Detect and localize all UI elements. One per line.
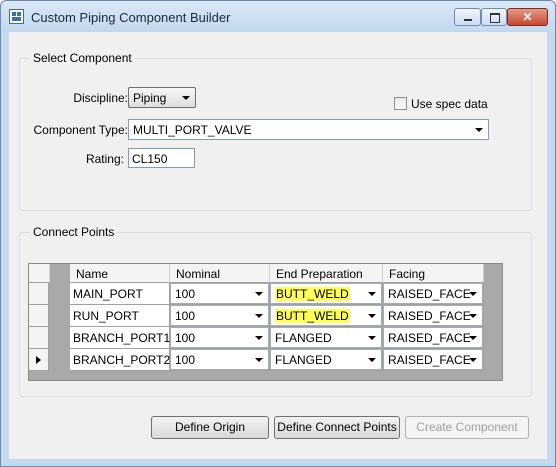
chevron-down-icon xyxy=(368,336,376,340)
column-header-end-preparation[interactable]: End Preparation xyxy=(270,264,383,283)
facing-select[interactable]: RAISED_FACE xyxy=(383,283,484,305)
chevron-down-icon xyxy=(255,314,263,318)
close-icon: ✕ xyxy=(522,10,533,24)
nominal-diameter-select[interactable]: 100 xyxy=(170,349,270,371)
end-preparation-select[interactable]: FLANGED xyxy=(270,349,383,371)
column-header-nominal-diameter[interactable]: Nominal Diameter xyxy=(170,264,270,295)
cell-value: RAISED_FACE xyxy=(388,353,471,367)
chevron-down-icon xyxy=(469,314,477,318)
nominal-diameter-select[interactable]: 100 xyxy=(170,327,270,349)
current-row-icon xyxy=(36,356,41,364)
nominal-diameter-select[interactable]: 100 xyxy=(170,305,270,327)
app-icon xyxy=(9,9,24,24)
cell-dropdown[interactable]: BUTT_WELD xyxy=(270,283,382,304)
title-bar[interactable]: Custom Piping Component Builder ✕ xyxy=(1,1,555,32)
cell-dropdown[interactable]: FLANGED xyxy=(270,349,382,370)
chevron-down-icon xyxy=(469,292,477,296)
cell-dropdown[interactable]: 100 xyxy=(170,349,269,370)
rating-input[interactable]: CL150 xyxy=(128,148,195,168)
maximize-icon xyxy=(490,13,500,23)
use-spec-data-label: Use spec data xyxy=(411,97,488,111)
port-name: BRANCH_PORT1 xyxy=(73,331,171,345)
cell-dropdown[interactable]: RAISED_FACE xyxy=(383,305,483,326)
row-header[interactable] xyxy=(29,305,49,327)
name-cell[interactable]: BRANCH_PORT1 xyxy=(70,327,170,349)
name-cell[interactable]: RUN_PORT xyxy=(70,305,170,327)
define-connect-points-button[interactable]: Define Connect Points xyxy=(274,416,400,439)
cell-dropdown[interactable]: 100 xyxy=(170,305,269,326)
connect-points-grid[interactable]: Name Nominal Diameter End Preparation Fa… xyxy=(28,263,503,381)
cell-value: BUTT_WELD xyxy=(275,309,350,323)
row-header-corner xyxy=(29,264,50,283)
cell-dropdown[interactable]: 100 xyxy=(170,283,269,304)
create-component-button[interactable]: Create Component xyxy=(405,416,529,439)
rating-value: CL150 xyxy=(132,152,168,166)
cell-dropdown[interactable]: RAISED_FACE xyxy=(383,349,483,370)
cell-value: FLANGED xyxy=(275,353,332,367)
cell-value: 100 xyxy=(175,309,196,323)
chevron-down-icon xyxy=(255,336,263,340)
cell-dropdown[interactable]: FLANGED xyxy=(270,327,382,348)
chevron-down-icon xyxy=(469,358,477,362)
cell-dropdown[interactable]: BUTT_WELD xyxy=(270,305,382,326)
chevron-down-icon xyxy=(469,336,477,340)
cell-value: FLANGED xyxy=(275,331,332,345)
port-name: MAIN_PORT xyxy=(73,287,143,301)
nominal-diameter-select[interactable]: 100 xyxy=(170,283,270,305)
cell-dropdown[interactable]: RAISED_FACE xyxy=(383,327,483,348)
row-header[interactable] xyxy=(29,283,49,305)
minimize-icon xyxy=(464,19,472,21)
cell-dropdown[interactable]: 100 xyxy=(170,327,269,348)
application-window: Custom Piping Component Builder ✕ Select… xyxy=(0,0,556,467)
cell-value: 100 xyxy=(175,287,196,301)
minimize-button[interactable] xyxy=(454,8,481,26)
window-title: Custom Piping Component Builder xyxy=(31,10,231,25)
row-header[interactable] xyxy=(29,327,49,349)
chevron-down-icon xyxy=(255,292,263,296)
name-cell[interactable]: BRANCH_PORT2 xyxy=(70,349,170,371)
chevron-down-icon xyxy=(368,314,376,318)
define-origin-button[interactable]: Define Origin xyxy=(151,416,269,439)
discipline-value: Piping xyxy=(133,91,167,105)
select-component-title: Select Component xyxy=(30,51,135,65)
facing-select[interactable]: RAISED_FACE xyxy=(383,305,484,327)
discipline-label: Discipline: xyxy=(73,91,128,105)
column-header-name[interactable]: Name xyxy=(70,264,170,283)
chevron-down-icon xyxy=(368,292,376,296)
end-preparation-select[interactable]: BUTT_WELD xyxy=(270,283,383,305)
cell-dropdown[interactable]: RAISED_FACE xyxy=(383,283,483,304)
cell-value: 100 xyxy=(175,353,196,367)
end-preparation-select[interactable]: BUTT_WELD xyxy=(270,305,383,327)
dialog-body: Select Component Discipline: Piping Use … xyxy=(9,32,547,459)
row-header[interactable] xyxy=(29,349,49,371)
column-header-facing[interactable]: Facing xyxy=(383,264,484,283)
component-type-select[interactable]: MULTI_PORT_VALVE xyxy=(128,119,489,140)
discipline-select[interactable]: Piping xyxy=(128,87,196,108)
facing-select[interactable]: RAISED_FACE xyxy=(383,327,484,349)
name-cell[interactable]: MAIN_PORT xyxy=(70,283,170,305)
component-type-value: MULTI_PORT_VALVE xyxy=(133,123,252,137)
maximize-button[interactable] xyxy=(481,8,507,26)
chevron-down-icon xyxy=(255,358,263,362)
facing-select[interactable]: RAISED_FACE xyxy=(383,349,484,371)
chevron-down-icon xyxy=(475,128,483,132)
connect-points-title: Connect Points xyxy=(30,225,118,239)
cell-value: RAISED_FACE xyxy=(388,309,471,323)
chevron-down-icon xyxy=(368,358,376,362)
port-name: RUN_PORT xyxy=(73,309,139,323)
close-button[interactable]: ✕ xyxy=(507,8,548,26)
component-type-label: Component Type: xyxy=(33,123,128,137)
cell-value: BUTT_WELD xyxy=(275,287,350,301)
chevron-down-icon xyxy=(182,96,190,100)
end-preparation-select[interactable]: FLANGED xyxy=(270,327,383,349)
cell-value: RAISED_FACE xyxy=(388,331,471,345)
rating-label: Rating: xyxy=(85,152,124,166)
cell-value: 100 xyxy=(175,331,196,345)
port-name: BRANCH_PORT2 xyxy=(73,353,171,367)
cell-value: RAISED_FACE xyxy=(388,287,471,301)
use-spec-data-checkbox[interactable] xyxy=(394,97,407,110)
